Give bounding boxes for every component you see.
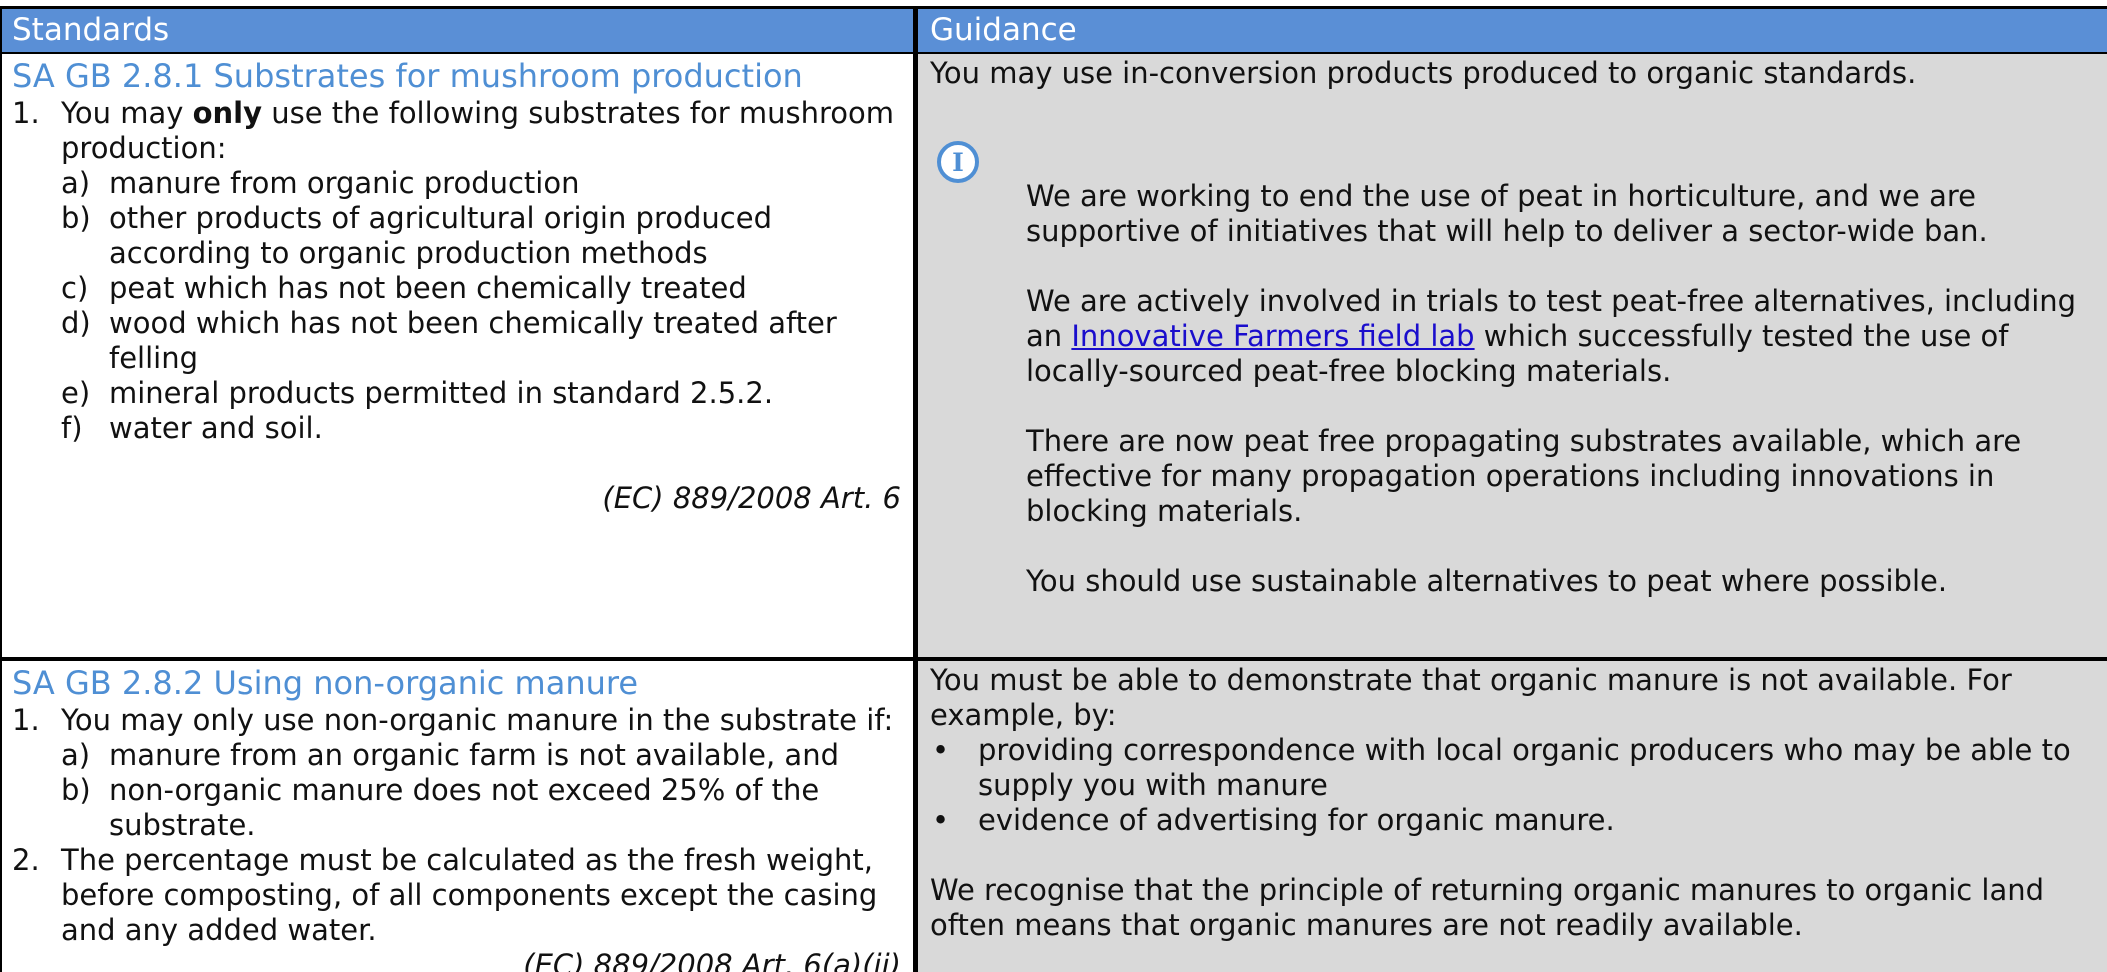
guidance-intro: You must be able to demonstrate that org… xyxy=(930,663,2012,732)
guidance-cell-2-8-1: You may use in-conversion products produ… xyxy=(918,54,2107,657)
guidance-cell-2-8-2: You must be able to demonstrate that org… xyxy=(918,661,2107,972)
standard-title-2-8-1: SA GB 2.8.1 Substrates for mushroom prod… xyxy=(12,57,803,95)
standards-column-header: Standards xyxy=(0,9,913,52)
guidance-column-header: Guidance xyxy=(918,9,2107,52)
guidance-intro: You may use in-conversion products produ… xyxy=(930,56,1917,90)
standard-cell-2-8-2: SA GB 2.8.2 Using non-organic manure 1. … xyxy=(0,661,913,972)
list-item: e) mineral products permitted in standard… xyxy=(61,376,774,410)
info-box-text: We are working to end the use of peat in… xyxy=(1026,179,2077,598)
list-item: b) other products of agricultural origin … xyxy=(61,201,772,270)
standard-title-2-8-2: SA GB 2.8.2 Using non-organic manure xyxy=(12,664,639,702)
list-item: 1. You may only use non-organic manure i… xyxy=(0,703,913,843)
list-item: a) manure from an organic farm is not ava… xyxy=(61,738,839,772)
regulation-reference: (EC) 889/2008 Art. 6 xyxy=(602,481,901,515)
svg-text:I: I xyxy=(952,148,964,177)
list-item: f) water and soil. xyxy=(61,411,323,445)
standards-table: Standards Guidance SA GB 2.8.1 Substrate… xyxy=(0,6,2107,972)
list-item: 2. The percentage must be calculated as … xyxy=(12,843,878,947)
list-item: • providing correspondence with local org… xyxy=(932,733,2071,802)
list-item: a) manure from organic production xyxy=(61,166,580,200)
innovative-farmers-link[interactable]: Innovative Farmers field lab xyxy=(1071,319,1474,353)
standard-cell-2-8-1: SA GB 2.8.1 Substrates for mushroom prod… xyxy=(0,54,913,657)
list-item: c) peat which has not been chemically tre… xyxy=(61,271,747,305)
regulation-reference: (EC) 889/2008 Art. 6(a)(ii) xyxy=(523,948,901,972)
list-item: 1. You may only use the following substr… xyxy=(0,96,913,446)
list-item: b) non-organic manure does not exceed 25%… xyxy=(61,773,820,842)
info-icon: I xyxy=(937,141,979,183)
list-item: d) wood which has not been chemically tre… xyxy=(61,306,837,375)
guidance-closing: We recognise that the principle of retur… xyxy=(930,873,2045,942)
row-divider xyxy=(0,657,2107,661)
list-item: • evidence of advertising for organic man… xyxy=(932,803,1615,837)
column-divider xyxy=(913,9,918,972)
